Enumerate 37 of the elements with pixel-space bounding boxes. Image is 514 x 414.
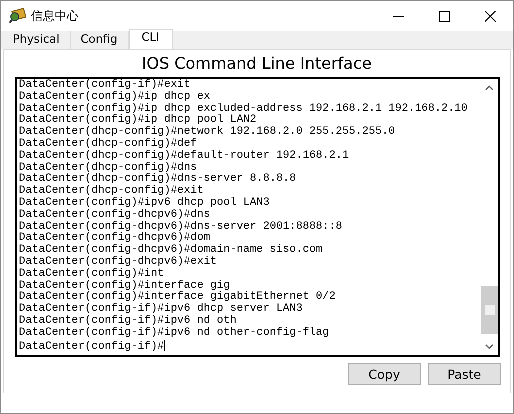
terminal-line: DataCenter(config-if)#ipv6 nd oth bbox=[19, 316, 237, 327]
terminal-line: DataCenter(config-if)#ipv6 dhcp server LAN3 bbox=[19, 304, 303, 316]
maximize-icon bbox=[438, 10, 450, 22]
terminal-line: DataCenter(config-if)# bbox=[19, 340, 166, 354]
scrollbar[interactable] bbox=[481, 79, 498, 355]
terminal-line: DataCenter(config-dhcpv6)#domain-name siso.com bbox=[19, 245, 323, 256]
terminal-line: DataCenter(config-dhcpv6)#exit bbox=[19, 256, 218, 268]
terminal-line: DataCenter(config)#ip dhcp pool LAN2 bbox=[19, 115, 257, 126]
scroll-thumb[interactable] bbox=[481, 286, 498, 334]
tab[interactable]: CLI bbox=[128, 29, 173, 49]
action-button[interactable]: Copy bbox=[348, 363, 421, 385]
terminal-line: DataCenter(config-dhcpv6)#dns-server 2001:8888::8 bbox=[19, 222, 342, 233]
text-cursor bbox=[164, 340, 166, 351]
terminal-line: DataCenter(dhcp-config)#dns bbox=[19, 162, 198, 174]
terminal-line: DataCenter(config)#ip dhcp excluded-address 192.168.2.1 192.168.2.10 bbox=[19, 104, 468, 115]
scroll-up-icon[interactable] bbox=[485, 84, 494, 90]
terminal-line: DataCenter(dhcp-config)#dns-server 8.8.8.8 bbox=[19, 174, 296, 186]
terminal-line: DataCenter(config)#interface gig bbox=[19, 280, 230, 292]
terminal-line: DataCenter(config)#ipv6 dhcp pool LAN3 bbox=[19, 198, 270, 209]
terminal-line: DataCenter(config)#ip dhcp ex bbox=[19, 92, 210, 103]
app-icon bbox=[9, 8, 27, 24]
terminal-line: DataCenter(config-dhcpv6)#dns bbox=[19, 210, 210, 221]
window-title: 信息中心 bbox=[31, 8, 80, 24]
terminal-line: DataCenter(dhcp-config)#exit bbox=[19, 186, 204, 198]
terminal-line: DataCenter(dhcp-config)#network 192.168.2.0 255.255.255.0 bbox=[19, 127, 396, 138]
scroll-down-icon[interactable] bbox=[485, 344, 494, 350]
terminal-line: DataCenter(dhcp-config)#default-router 192.168.2.1 bbox=[19, 150, 350, 162]
terminal-output[interactable] bbox=[15, 77, 500, 357]
action-button[interactable]: Paste bbox=[428, 363, 501, 385]
panel-heading: IOS Command Line Interface bbox=[141, 54, 373, 74]
terminal-line: DataCenter(config-if)#exit bbox=[19, 80, 191, 91]
terminal-line: DataCenter(dhcp-config)#def bbox=[19, 138, 198, 150]
terminal-line: DataCenter(config)#int bbox=[19, 268, 164, 280]
close-icon bbox=[484, 10, 496, 22]
terminal-line: DataCenter(config-if)#ipv6 nd other-config-flag bbox=[19, 328, 330, 340]
terminal-line: DataCenter(config-dhcpv6)#dom bbox=[19, 233, 210, 244]
terminal-line: DataCenter(config)#interface gigabitEthernet 0/2 bbox=[19, 292, 336, 304]
